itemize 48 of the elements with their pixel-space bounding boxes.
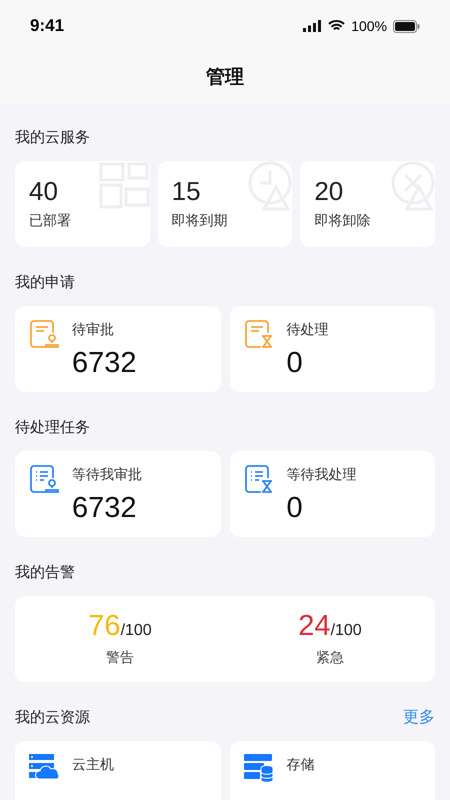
server-cloud-icon — [29, 754, 59, 780]
document-hourglass-icon — [244, 464, 274, 494]
battery-icon — [393, 20, 420, 32]
signal-icon — [303, 20, 322, 32]
section-title: 我的云资源 — [15, 708, 90, 728]
service-card[interactable]: 20 即将卸除 — [300, 161, 435, 247]
stat-value: 0 — [286, 491, 304, 526]
stat-label: 云主机 — [72, 755, 114, 774]
stat-label: 待处理 — [286, 320, 328, 339]
stat-value: 6732 — [72, 491, 138, 526]
section-title: 我的告警 — [15, 563, 76, 583]
service-count: 15 — [172, 175, 201, 208]
stat-label: 等待我审批 — [72, 465, 142, 484]
alert-count: 76 — [88, 609, 121, 644]
alert-label: 警告 — [106, 648, 134, 667]
document-stamp-icon — [29, 464, 59, 494]
service-label: 即将到期 — [172, 211, 228, 230]
server-database-icon — [244, 754, 274, 784]
alert-count: 24 — [298, 609, 331, 644]
section-title: 我的云服务 — [15, 128, 91, 148]
service-label: 已部署 — [29, 211, 71, 230]
stat-card[interactable]: 存储 — [230, 741, 435, 800]
section-title: 待处理任务 — [15, 418, 91, 438]
section-title: 我的申请 — [15, 273, 76, 293]
wifi-icon — [328, 20, 346, 32]
alert-total: /100 — [120, 621, 152, 641]
battery-percent: 100% — [351, 16, 387, 36]
status-time: 9:41 — [30, 15, 64, 38]
service-count: 40 — [29, 175, 58, 208]
document-stamp-icon — [29, 319, 59, 349]
service-card[interactable]: 40 已部署 — [15, 161, 150, 247]
stat-card[interactable]: 等待我审批 6732 — [15, 451, 220, 537]
stat-label: 待审批 — [72, 320, 115, 339]
document-hourglass-icon — [244, 319, 274, 349]
stat-value: 0 — [286, 346, 304, 381]
stat-label: 存储 — [286, 755, 314, 774]
alert-label: 紧急 — [316, 648, 344, 667]
alert-total: /100 — [330, 621, 362, 641]
stat-label: 等待我处理 — [286, 465, 356, 484]
service-label: 即将卸除 — [314, 211, 370, 230]
stat-card[interactable]: 待处理 0 — [230, 306, 435, 392]
stat-card[interactable]: 云主机 — [15, 741, 220, 800]
stat-value: 6732 — [72, 346, 137, 381]
service-count: 20 — [314, 175, 344, 208]
stat-card[interactable]: 待审批 6732 — [15, 306, 220, 392]
service-card[interactable]: 15 即将到期 — [158, 161, 292, 247]
page-title: 管理 — [206, 66, 244, 90]
stat-card[interactable]: 等待我处理 0 — [230, 451, 435, 537]
